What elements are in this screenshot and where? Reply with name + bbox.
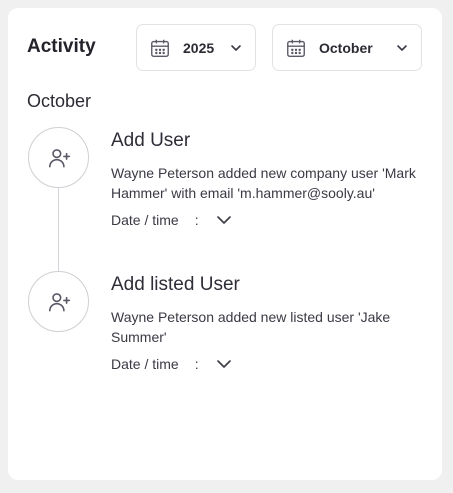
section-title: October bbox=[27, 91, 92, 111]
date-time-label: Date / time bbox=[111, 356, 179, 372]
activity-node bbox=[28, 271, 89, 332]
activity-description: Wayne Peterson added new listed user 'Ja… bbox=[111, 309, 391, 345]
activity-header: Activity 2025 October bbox=[8, 8, 442, 88]
month-select-value: October bbox=[319, 39, 373, 56]
calendar-icon bbox=[151, 39, 169, 57]
activity-title: Add listed User bbox=[111, 274, 240, 295]
year-select-value: 2025 bbox=[183, 39, 215, 56]
timeline-connector bbox=[58, 188, 59, 274]
add-user-icon bbox=[48, 292, 70, 311]
meta-separator: : bbox=[194, 212, 199, 228]
activity-item: Add User Wayne Peterson added new compan… bbox=[111, 130, 441, 229]
chevron-down-icon[interactable] bbox=[215, 211, 233, 229]
date-time-label: Date / time bbox=[111, 212, 179, 228]
chevron-down-icon bbox=[397, 44, 407, 51]
activity-card: Activity 2025 October October Add User W… bbox=[8, 8, 442, 480]
activity-item: Add listed User Wayne Peterson added new… bbox=[111, 274, 441, 373]
month-select[interactable]: October bbox=[272, 24, 422, 71]
chevron-down-icon bbox=[231, 44, 241, 51]
year-select[interactable]: 2025 bbox=[136, 24, 256, 71]
activity-node bbox=[28, 127, 89, 188]
page-title: Activity bbox=[27, 36, 96, 57]
activity-title: Add User bbox=[111, 130, 191, 151]
add-user-icon bbox=[48, 148, 70, 167]
activity-meta: Date / time : bbox=[111, 355, 441, 373]
activity-meta: Date / time : bbox=[111, 211, 441, 229]
meta-separator: : bbox=[194, 356, 199, 372]
activity-description: Wayne Peterson added new company user 'M… bbox=[111, 165, 416, 201]
calendar-icon bbox=[287, 39, 305, 57]
chevron-down-icon[interactable] bbox=[215, 355, 233, 373]
